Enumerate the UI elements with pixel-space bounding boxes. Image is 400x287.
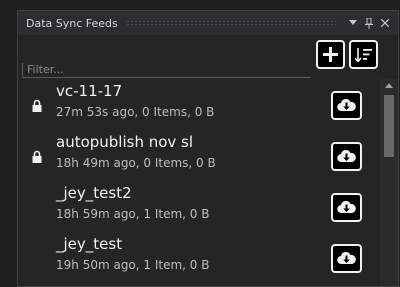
download-button[interactable] xyxy=(331,244,362,273)
feed-toolbar xyxy=(18,35,398,79)
feed-list: vc-11-17 27m 53s ago, 0 Items, 0 B autop… xyxy=(18,79,380,283)
cloud-download-icon xyxy=(337,251,356,265)
add-feed-button[interactable] xyxy=(316,40,345,69)
pin-icon[interactable] xyxy=(362,16,376,30)
cloud-download-icon xyxy=(337,98,356,112)
feed-name: vc-11-17 xyxy=(56,82,123,100)
lock-icon xyxy=(32,150,42,163)
cloud-download-icon xyxy=(337,200,356,214)
feed-meta: 18h 59m ago, 1 Item, 0 B xyxy=(56,207,210,221)
feed-item[interactable]: vc-11-17 27m 53s ago, 0 Items, 0 B xyxy=(18,79,380,130)
filter-field[interactable] xyxy=(22,62,311,78)
plus-icon xyxy=(323,47,338,62)
cloud-download-icon xyxy=(337,149,356,163)
scroll-thumb[interactable] xyxy=(384,95,394,157)
scroll-up-arrow-icon[interactable] xyxy=(385,83,393,88)
close-icon[interactable] xyxy=(378,16,392,30)
feed-name: autopublish nov sl xyxy=(56,133,194,151)
download-button[interactable] xyxy=(331,193,362,222)
dropdown-arrow-icon[interactable] xyxy=(346,16,360,30)
download-button[interactable] xyxy=(331,91,362,120)
sort-icon xyxy=(355,48,372,62)
feed-item[interactable]: autopublish nov sl 18h 49m ago, 0 Items,… xyxy=(18,130,380,181)
vertical-scrollbar[interactable] xyxy=(380,79,398,286)
filter-input[interactable] xyxy=(27,62,307,76)
sort-button[interactable] xyxy=(349,40,378,69)
download-button[interactable] xyxy=(331,142,362,171)
data-sync-feeds-panel: Data Sync Feeds Filter... vc-11-17 27m 5… xyxy=(17,10,399,287)
lock-icon xyxy=(32,99,42,112)
feed-meta: 18h 49m ago, 0 Items, 0 B xyxy=(56,156,216,170)
feed-name: _jey_test xyxy=(56,235,123,253)
panel-titlebar[interactable]: Data Sync Feeds xyxy=(18,11,398,35)
panel-title: Data Sync Feeds xyxy=(26,16,118,30)
feed-meta: 19h 50m ago, 1 Item, 0 B xyxy=(56,258,210,272)
feed-name: _jey_test2 xyxy=(56,184,132,202)
drag-grip[interactable] xyxy=(125,20,336,26)
feed-item[interactable]: _jey_test 19h 50m ago, 1 Item, 0 B xyxy=(18,232,380,283)
feed-meta: 27m 53s ago, 0 Items, 0 B xyxy=(56,105,215,119)
feed-item[interactable]: _jey_test2 18h 59m ago, 1 Item, 0 B xyxy=(18,181,380,232)
